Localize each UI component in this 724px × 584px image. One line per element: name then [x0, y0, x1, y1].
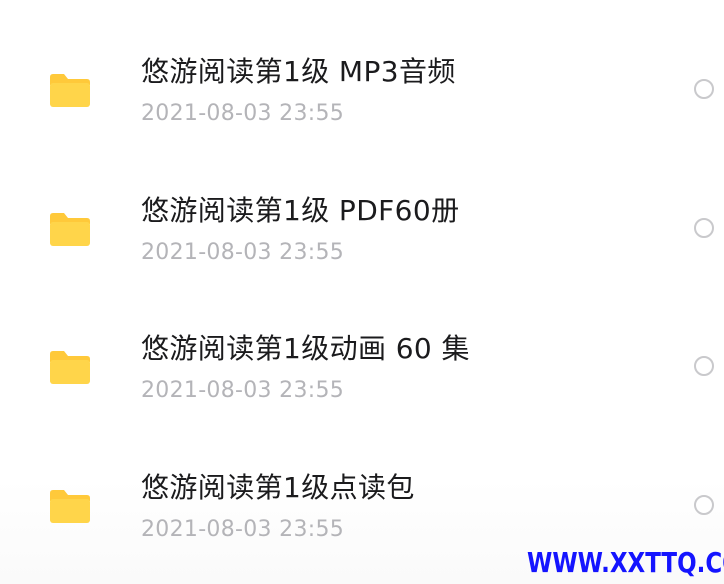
select-radio[interactable]	[694, 495, 714, 515]
file-date: 2021-08-03 23:55	[141, 240, 345, 265]
watermark: WWW.XXTTQ.COM	[527, 546, 724, 579]
file-name: 悠游阅读第1级 PDF60册	[141, 194, 460, 227]
file-name: 悠游阅读第1级 MP3音频	[141, 55, 456, 88]
folder-icon	[50, 490, 90, 523]
select-radio[interactable]	[694, 218, 714, 238]
file-name: 悠游阅读第1级动画 60 集	[141, 332, 470, 365]
file-date: 2021-08-03 23:55	[141, 101, 345, 126]
folder-icon	[50, 74, 90, 107]
file-browser: 悠游阅读第1级 MP3音频 2021-08-03 23:55 悠游阅读第1级 P…	[0, 0, 724, 584]
list-item[interactable]: 悠游阅读第1级 MP3音频 2021-08-03 23:55	[0, 24, 724, 154]
folder-icon	[50, 213, 90, 246]
list-item[interactable]: 悠游阅读第1级动画 60 集 2021-08-03 23:55	[0, 301, 724, 431]
select-radio[interactable]	[694, 356, 714, 376]
select-radio[interactable]	[694, 79, 714, 99]
file-name: 悠游阅读第1级点读包	[141, 471, 415, 504]
file-date: 2021-08-03 23:55	[141, 378, 345, 403]
file-list: 悠游阅读第1级 MP3音频 2021-08-03 23:55 悠游阅读第1级 P…	[0, 0, 724, 584]
folder-icon	[50, 351, 90, 384]
file-date: 2021-08-03 23:55	[141, 517, 345, 542]
list-item[interactable]: 悠游阅读第1级 PDF60册 2021-08-03 23:55	[0, 163, 724, 293]
